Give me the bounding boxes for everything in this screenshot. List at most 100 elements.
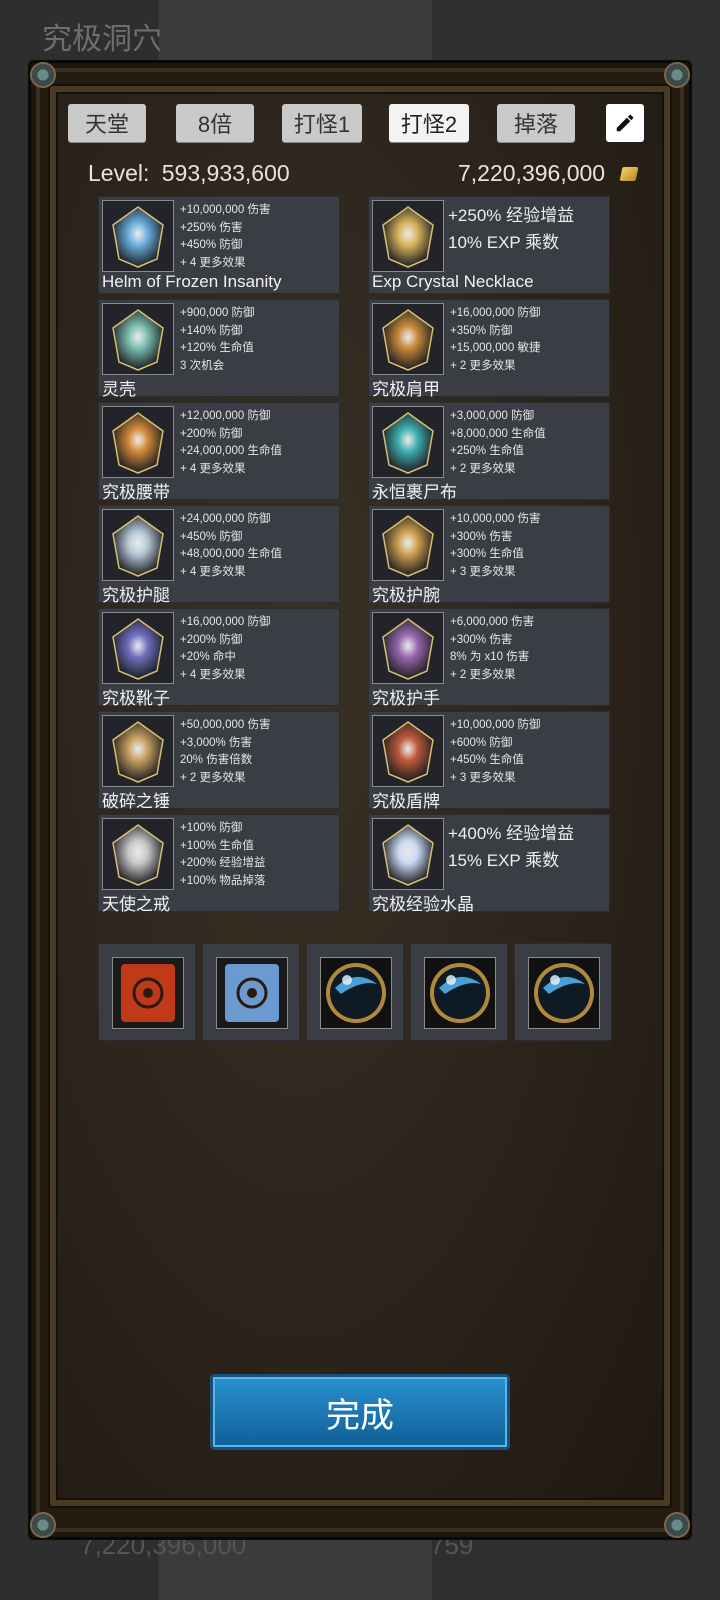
item-stat-line: +3,000% 伤害 [180, 736, 252, 749]
tab-fight-1[interactable]: 打怪1 [282, 104, 362, 142]
item-stats: +10,000,000 防御 +600% 防御 +450% 生命值 + 3 更多效果 [450, 717, 540, 787]
item-name: 究极经验水晶 [372, 895, 474, 914]
item-bonus-line: 15% EXP 乘数 [448, 851, 560, 870]
frame-corner-ornament [664, 1512, 690, 1538]
consumable-slot[interactable] [202, 943, 300, 1041]
consumable-slot[interactable] [410, 943, 508, 1041]
equipment-card[interactable]: +16,000,000 防御 +350% 防御 +15,000,000 敏捷 + 2 … [368, 299, 610, 399]
item-name: 究极护腿 [102, 586, 170, 605]
tab-8x[interactable]: 8倍 [176, 104, 254, 142]
equipment-card[interactable]: +50,000,000 伤害 +3,000% 伤害 20% 伤害倍数 + 2 更多效果… [98, 711, 340, 811]
item-stat-line: + 2 更多效果 [450, 359, 516, 372]
tab-heaven[interactable]: 天堂 [68, 104, 146, 142]
item-name: 究极盾牌 [372, 792, 440, 811]
item-stat-line: 8% 为 x10 伤害 [450, 651, 530, 663]
item-stat-line: +300% 生命值 [450, 548, 524, 560]
equipment-card[interactable]: +100% 防御 +100% 生命值 +200% 经验增益 +100% 物品掉落 天使之… [98, 814, 340, 914]
consumable-slot[interactable] [306, 943, 404, 1041]
orb-icon [424, 957, 496, 1029]
necklace-icon [372, 200, 444, 272]
frame-corner-ornament [30, 62, 56, 88]
leggings-icon [102, 509, 174, 581]
equipment-card[interactable]: +12,000,000 防御 +200% 防御 +24,000,000 生命值 + 4… [98, 402, 340, 502]
item-stat-line: + 4 更多效果 [180, 565, 246, 578]
item-name: 破碎之锤 [102, 792, 170, 811]
item-stat-line: +250% 伤害 [180, 221, 243, 234]
item-stat-line: +24,000,000 生命值 [180, 445, 282, 457]
item-stat-line: +100% 生命值 [180, 839, 254, 852]
equipment-card[interactable]: +6,000,000 伤害 +300% 伤害 8% 为 x10 伤害 + 2 更多效果… [368, 608, 610, 708]
equipment-card[interactable]: +3,000,000 防御 +8,000,000 生命值 +250% 生命值 + 2 … [368, 402, 610, 502]
item-stat-line: +120% 生命值 [180, 342, 254, 354]
equipment-card[interactable]: +250% 经验增益 10% EXP 乘数 Exp Crystal Necklace [368, 196, 610, 294]
item-stat-line: 3 次机会 [180, 359, 225, 372]
item-stat-line: +100% 物品掉落 [180, 874, 266, 887]
item-stat-line: + 2 更多效果 [450, 462, 516, 475]
item-name: 究极护腕 [372, 586, 440, 605]
pauldron-icon [372, 303, 444, 375]
level-label: Level: [88, 160, 150, 186]
tab-fight-2[interactable]: 打怪2 [389, 104, 469, 142]
item-stat-line: +16,000,000 防御 [180, 616, 271, 628]
item-stat-line: +300% 伤害 [450, 633, 513, 646]
item-stat-line: +250% 生命值 [450, 445, 524, 457]
item-stat-line: +450% 防御 [180, 530, 243, 543]
orb-icon [320, 957, 392, 1029]
equipment-card[interactable]: +24,000,000 防御 +450% 防御 +48,000,000 生命值 + 4… [98, 505, 340, 605]
item-stats: +3,000,000 防御 +8,000,000 生命值 +250% 生命值 + 2 … [450, 408, 546, 478]
item-stats: +16,000,000 防御 +350% 防御 +15,000,000 敏捷 + 2 … [450, 305, 540, 375]
consumable-slot[interactable] [98, 943, 196, 1041]
equipment-card[interactable]: +10,000,000 伤害 +300% 伤害 +300% 生命值 + 3 更多效果究… [368, 505, 610, 605]
consumable-slot[interactable] [514, 943, 612, 1041]
item-stat-line: 20% 伤害倍数 [180, 754, 253, 766]
item-stat-line: +3,000,000 防御 [450, 410, 535, 422]
item-stat-line: +200% 防御 [180, 427, 243, 440]
item-stat-line: + 2 更多效果 [450, 668, 516, 681]
pencil-icon [616, 114, 634, 132]
boots-icon [102, 612, 174, 684]
item-stat-line: + 4 更多效果 [180, 668, 246, 681]
item-bonus-line: 10% EXP 乘数 [448, 233, 560, 252]
item-bonus: +250% 经验增益 10% EXP 乘数 [448, 202, 574, 256]
item-stat-line: + 2 更多效果 [180, 771, 246, 784]
item-stat-line: +6,000,000 伤害 [450, 616, 535, 628]
item-stat-line: + 3 更多效果 [450, 771, 516, 784]
hammer-icon [102, 715, 174, 787]
armor-icon [102, 303, 174, 375]
item-stat-line: +10,000,000 伤害 [180, 204, 271, 216]
item-stats: +10,000,000 伤害 +300% 伤害 +300% 生命值 + 3 更多效果 [450, 511, 540, 581]
item-stat-line: +450% 生命值 [450, 754, 524, 766]
tab-drops[interactable]: 掉落 [497, 104, 575, 142]
item-stat-line: +10,000,000 防御 [450, 719, 541, 731]
equipment-card[interactable]: +10,000,000 防御 +600% 防御 +450% 生命值 + 3 更多效果究… [368, 711, 610, 811]
edit-button[interactable] [606, 104, 644, 142]
cloak-icon [372, 406, 444, 478]
item-stat-line: +450% 防御 [180, 239, 243, 251]
item-stats: +50,000,000 伤害 +3,000% 伤害 20% 伤害倍数 + 2 更多效果 [180, 717, 270, 787]
item-stat-line: +300% 伤害 [450, 530, 513, 543]
item-stat-line: + 3 更多效果 [450, 565, 516, 578]
item-stat-line: +200% 经验增益 [180, 857, 266, 869]
item-bonus: +400% 经验增益 15% EXP 乘数 [448, 820, 574, 874]
frame-corner-ornament [30, 1512, 56, 1538]
item-stat-line: +15,000,000 敏捷 [450, 342, 541, 354]
item-name: 天使之戒 [102, 895, 170, 914]
item-stat-line: +10,000,000 伤害 [450, 513, 541, 525]
equipment-card[interactable]: +16,000,000 防御 +200% 防御 +20% 命中 + 4 更多效果 究极靴… [98, 608, 340, 708]
level-readout: Level: 593,933,600 [88, 160, 290, 187]
done-button[interactable]: 完成 [210, 1374, 510, 1450]
belt-icon [102, 406, 174, 478]
item-stats: +24,000,000 防御 +450% 防御 +48,000,000 生命值 + 4… [180, 511, 282, 581]
item-stats: +16,000,000 防御 +200% 防御 +20% 命中 + 4 更多效果 [180, 614, 270, 684]
item-name: 究极靴子 [102, 689, 170, 708]
blue-tome-icon [216, 957, 288, 1029]
background-title: 究极洞穴 [42, 23, 162, 56]
item-stat-line: +48,000,000 生命值 [180, 548, 282, 560]
equipment-card[interactable]: +900,000 防御 +140% 防御 +120% 生命值 3 次机会 灵壳 [98, 299, 340, 399]
item-stat-line: +100% 防御 [180, 822, 243, 834]
item-stats: +10,000,000 伤害 +250% 伤害 +450% 防御 + 4 更多效果 [180, 202, 270, 272]
equipment-card[interactable]: +10,000,000 伤害 +250% 伤害 +450% 防御 + 4 更多效果 He… [98, 196, 340, 294]
equipment-card[interactable]: +400% 经验增益 15% EXP 乘数究极经验水晶 [368, 814, 610, 914]
shield-icon [372, 715, 444, 787]
item-stat-line: +20% 命中 [180, 651, 236, 663]
